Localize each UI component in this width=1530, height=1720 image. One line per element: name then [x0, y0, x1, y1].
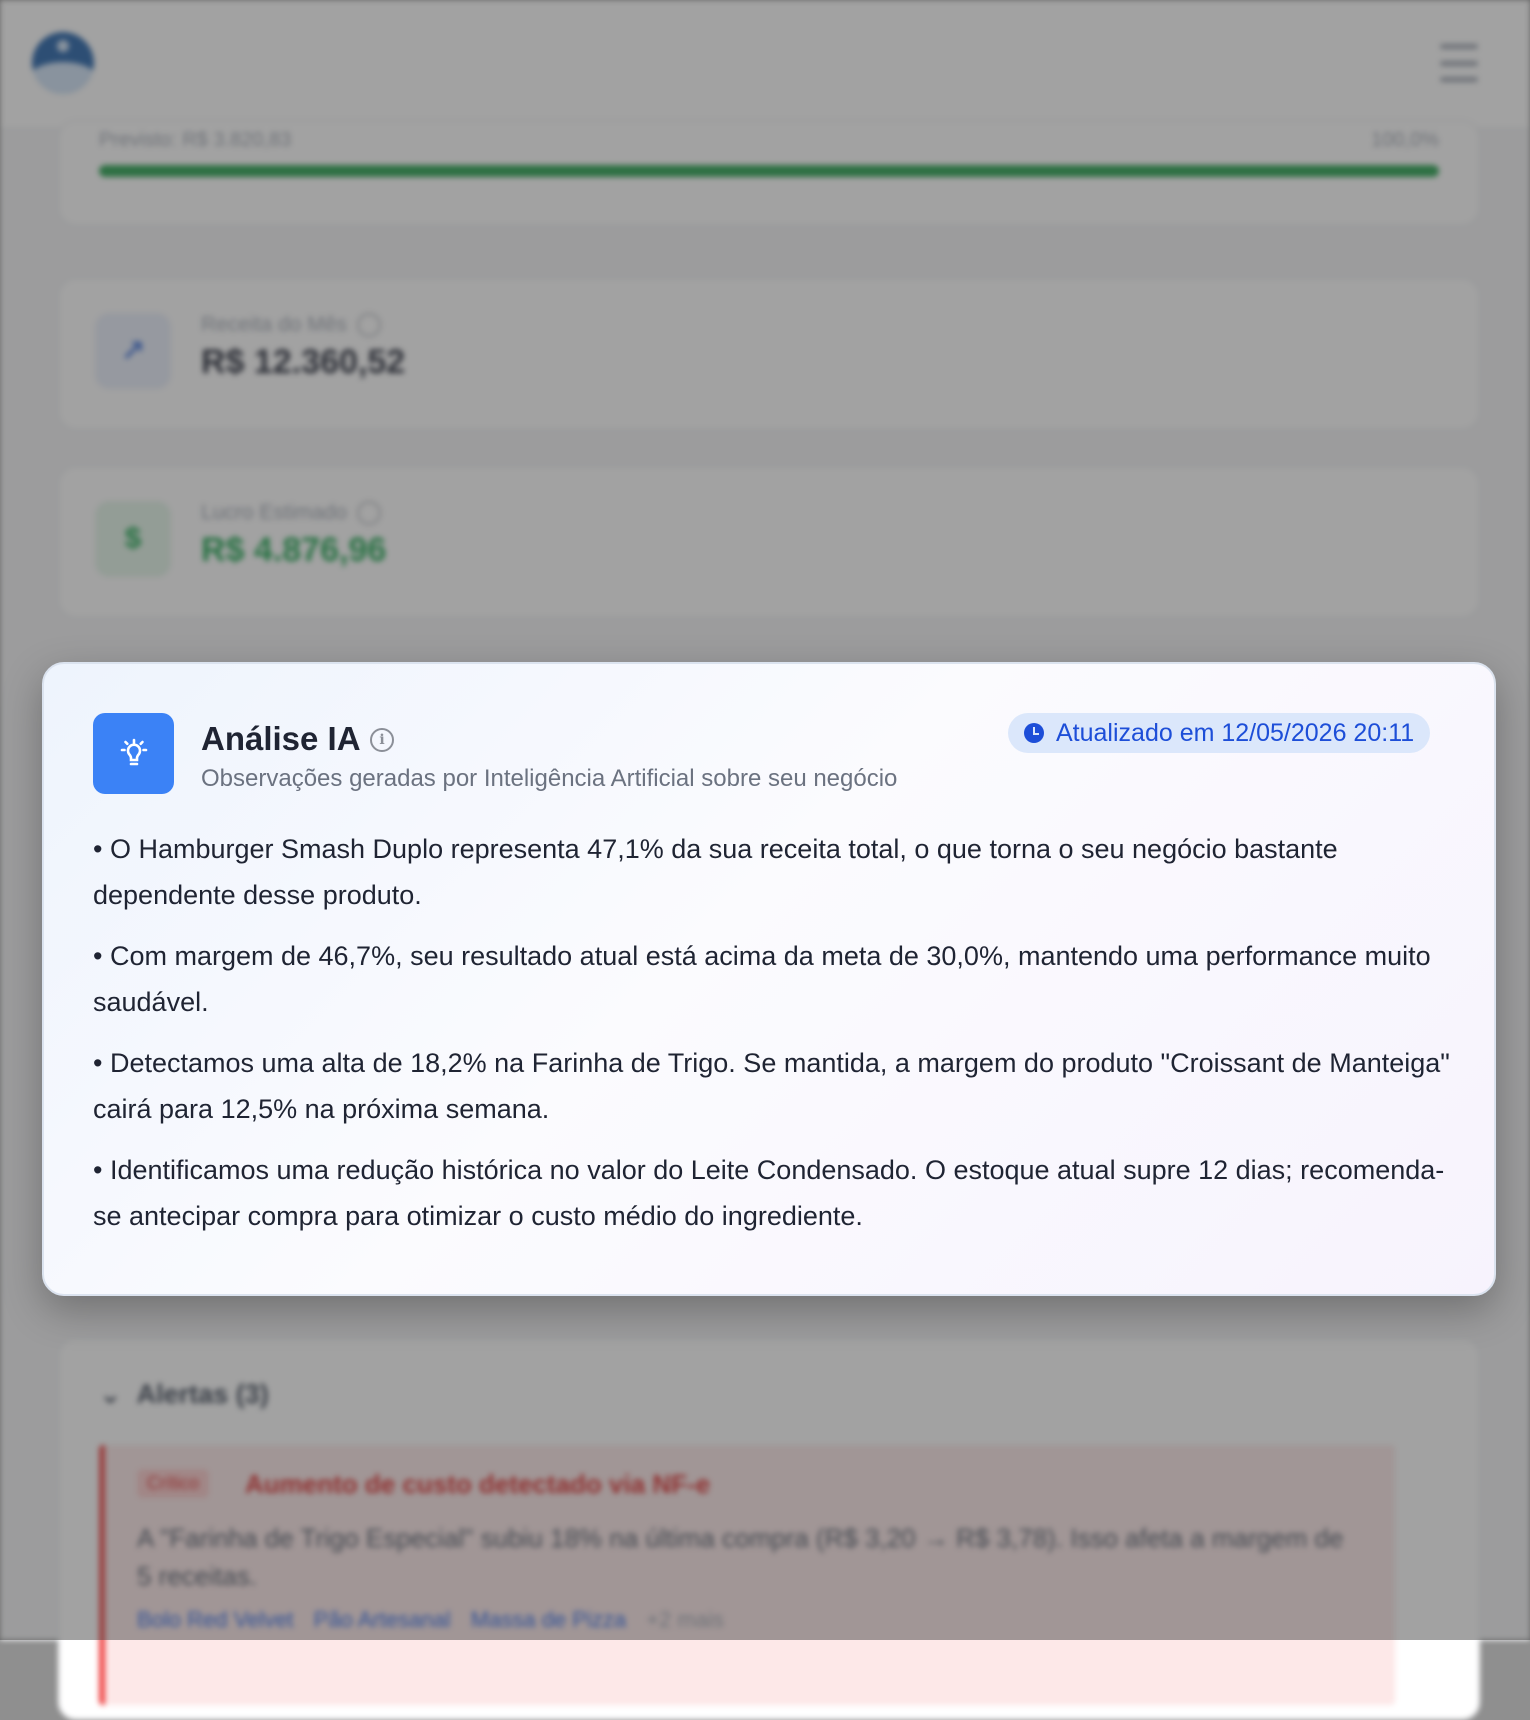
- insight-item: • Com margem de 46,7%, seu resultado atu…: [93, 941, 1431, 1017]
- updated-text: Atualizado em 12/05/2026 20:11: [1056, 718, 1415, 747]
- insight-item: • Identificamos uma redução histórica no…: [93, 1155, 1445, 1231]
- ai-analysis-modal: Análise IA i Observações geradas por Int…: [42, 662, 1496, 1296]
- modal-title: Análise IA: [201, 720, 361, 757]
- modal-subtitle: Observações geradas por Inteligência Art…: [201, 765, 898, 792]
- insight-item: • Detectamos uma alta de 18,2% na Farinh…: [93, 1048, 1450, 1124]
- insights-list: • O Hamburger Smash Duplo representa 47,…: [93, 826, 1453, 1254]
- lightbulb-icon: [93, 713, 174, 794]
- info-icon[interactable]: i: [370, 728, 394, 752]
- updated-badge: Atualizado em 12/05/2026 20:11: [1008, 713, 1431, 753]
- insight-item: • O Hamburger Smash Duplo representa 47,…: [93, 834, 1338, 910]
- clock-icon: [1024, 723, 1044, 743]
